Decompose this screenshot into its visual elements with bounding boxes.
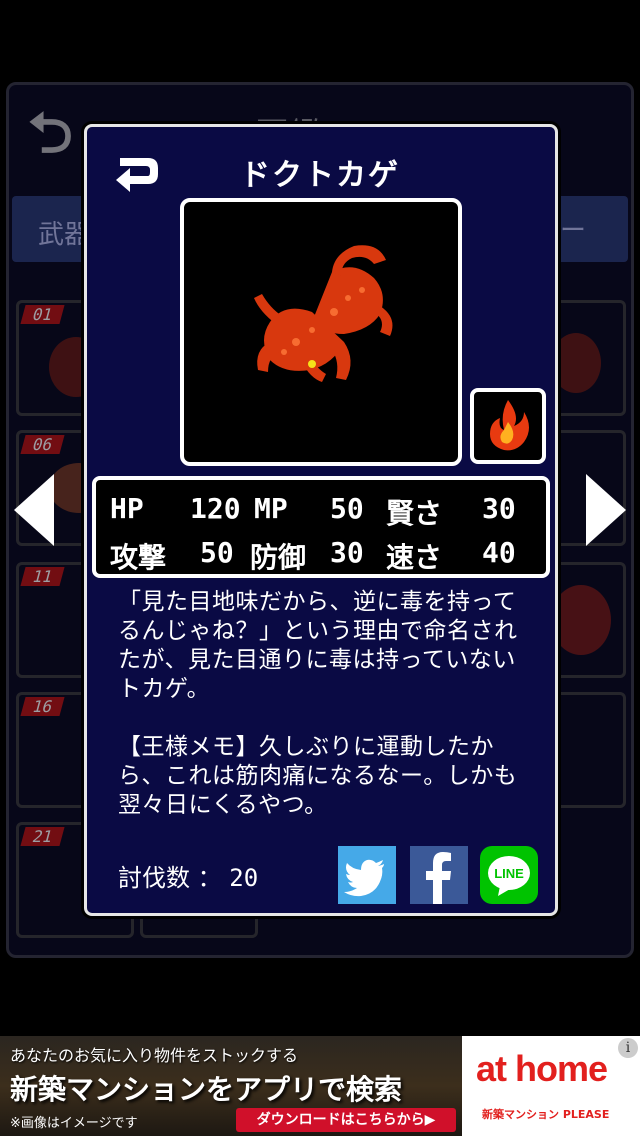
- tab-weapons: 武器: [38, 220, 91, 250]
- king-memo-text: 【王様メモ】久しぶりに運動したから、これは筋肉痛になるなー。しかも翌々日にくるや…: [118, 734, 518, 818]
- mp-label: MP: [254, 492, 288, 525]
- ad-banner[interactable]: あなたのお気に入り物件をストックする 新築マンションをアプリで検索 ※画像はイメ…: [0, 1036, 640, 1136]
- monster-thumbnail: [551, 333, 601, 393]
- kill-count: 討伐数 ： 20: [118, 858, 258, 893]
- kill-count-value: 20: [229, 864, 259, 892]
- cell-number: 11: [20, 567, 65, 586]
- description-text: 「見た目地味だから、逆に毒を持ってるんじゃね？」という理由で命名されたが、見た目…: [118, 589, 518, 702]
- twitter-icon: [344, 859, 384, 897]
- stats-row-1: HP 120 MP 50 賢さ 30: [106, 492, 542, 536]
- ad-info-icon[interactable]: i: [618, 1038, 638, 1058]
- ad-headline: あなたのお気に入り物件をストックする: [10, 1046, 299, 1065]
- mp-value: 50: [330, 492, 364, 525]
- previous-arrow-icon[interactable]: [14, 474, 54, 546]
- ad-title: 新築マンションをアプリで検索: [10, 1073, 403, 1106]
- monster-portrait: [180, 198, 462, 466]
- stats-panel: HP 120 MP 50 賢さ 30 攻撃 50 防御 30 速さ 40: [92, 476, 550, 578]
- ad-download-button[interactable]: ダウンロードはこちらから▶: [236, 1108, 456, 1132]
- monster-thumbnail: [551, 585, 611, 655]
- cell-number: 16: [20, 697, 65, 716]
- back-icon[interactable]: [108, 148, 166, 206]
- hp-value: 120: [190, 492, 241, 525]
- cell-number: 21: [20, 827, 65, 846]
- athome-logo: at home: [476, 1048, 608, 1089]
- cell-number: 01: [20, 305, 65, 324]
- monster-name: ドクトカゲ: [240, 158, 400, 193]
- hp-label: HP: [110, 492, 144, 525]
- facebook-share-button[interactable]: [410, 846, 468, 904]
- line-share-button[interactable]: LINE: [480, 846, 538, 904]
- facebook-icon: [426, 852, 451, 904]
- background-back-icon: ⮌: [28, 101, 73, 166]
- defense-value: 30: [330, 536, 364, 569]
- ad-brand-panel: at home 新築マンション PLEASE: [462, 1036, 640, 1136]
- kill-count-label: 討伐数 ：: [118, 864, 222, 892]
- wisdom-value: 30: [482, 492, 516, 525]
- defense-label: 防御: [250, 541, 307, 574]
- tab-right: ー: [560, 216, 587, 246]
- twitter-share-button[interactable]: [338, 846, 396, 904]
- element-badge: [470, 388, 546, 464]
- fire-icon: [490, 400, 529, 451]
- line-label: LINE: [494, 866, 524, 881]
- monster-description: 「見た目地味だから、逆に毒を持ってるんじゃね？」という理由で命名されたが、見た目…: [118, 588, 536, 849]
- stats-row-2: 攻撃 50 防御 30 速さ 40: [106, 536, 542, 580]
- wisdom-label: 賢さ: [386, 497, 443, 530]
- cell-number: 06: [20, 435, 65, 454]
- attack-value: 50: [200, 536, 234, 569]
- ad-note: ※画像はイメージです: [10, 1116, 138, 1131]
- speed-value: 40: [482, 536, 516, 569]
- next-arrow-icon[interactable]: [586, 474, 626, 546]
- lizard-sprite: [254, 245, 393, 382]
- speed-label: 速さ: [386, 541, 443, 574]
- ad-brand-subtitle: 新築マンション PLEASE: [482, 1108, 610, 1121]
- attack-label: 攻撃: [110, 541, 167, 574]
